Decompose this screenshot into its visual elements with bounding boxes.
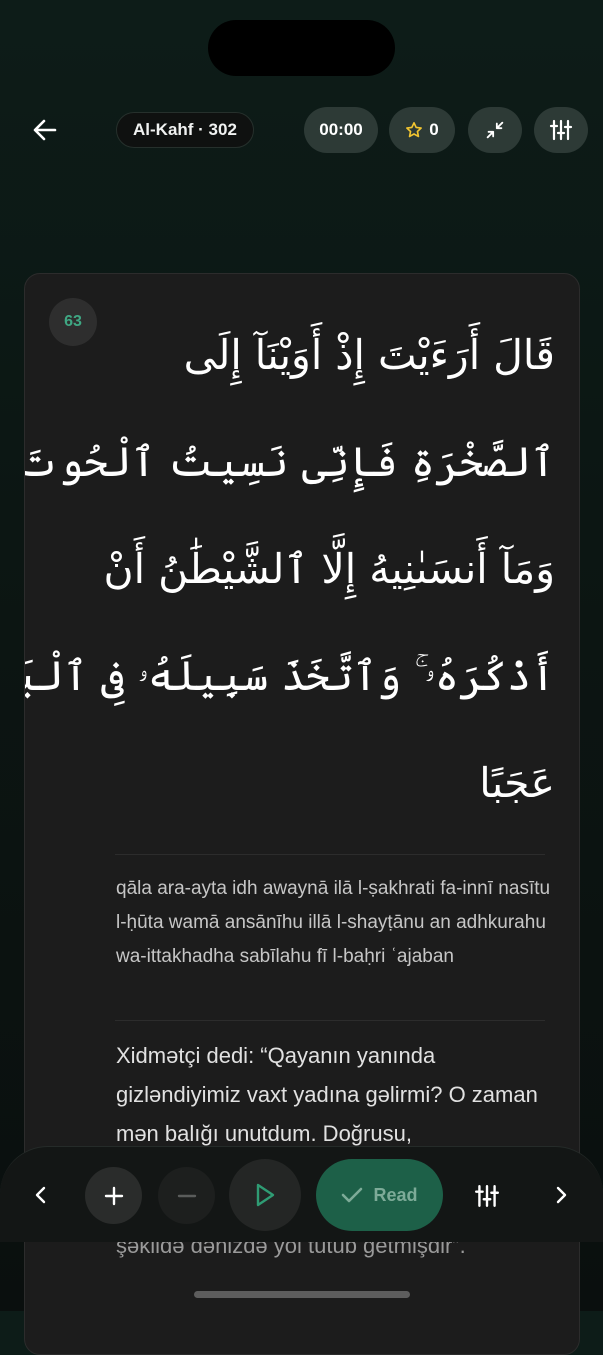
play-button[interactable] [229, 1159, 301, 1231]
previous-button[interactable] [22, 1177, 58, 1213]
top-bar: Al-Kahf · 302 00:00 0 [0, 104, 603, 154]
checkmark-icon [342, 1187, 363, 1203]
tune-button[interactable] [466, 1175, 508, 1217]
stars-button[interactable]: 0 [389, 107, 455, 153]
arabic-line: عَجَبًا [479, 759, 555, 807]
play-icon [256, 1183, 275, 1207]
arabic-line: قَالَ أَرَءَيْتَ إِذْ أَوَيْنَآ إِلَى [183, 331, 555, 379]
verse-number-badge: 63 [49, 298, 97, 346]
plus-icon [104, 1186, 123, 1205]
timer-value: 00:00 [319, 120, 363, 139]
surah-title[interactable]: Al-Kahf · 302 [116, 112, 254, 148]
read-button[interactable]: Read [316, 1159, 443, 1231]
divider [115, 854, 545, 855]
minus-icon [177, 1194, 196, 1197]
arrow-left-icon [33, 119, 57, 141]
read-label: Read [373, 1184, 418, 1205]
sliders-icon [474, 1185, 500, 1207]
collapse-button[interactable] [468, 107, 522, 153]
arabic-text[interactable]: قَالَ أَرَءَيْتَ إِذْ أَوَيْنَآ إِلَى ٱل… [24, 302, 555, 837]
playback-toolbar: Read [0, 1146, 603, 1242]
dynamic-island [208, 20, 395, 76]
chevron-right-icon [556, 1186, 567, 1204]
translation-visible: Xidmətçi dedi: “Qayanın yanında gizləndi… [116, 1043, 538, 1146]
translation-text: Xidmətçi dedi: “Qayanın yanında gizləndi… [116, 1036, 556, 1258]
divider [115, 1020, 545, 1021]
zoom-out-button[interactable] [158, 1167, 215, 1224]
transliteration-text: qāla ara-ayta idh awaynā ilā l-ṣakhrati … [116, 878, 551, 967]
next-button[interactable] [544, 1177, 580, 1213]
star-icon [406, 122, 423, 138]
sliders-icon [549, 119, 573, 141]
settings-button[interactable] [534, 107, 588, 153]
chevron-left-icon [35, 1186, 46, 1204]
timer-button[interactable]: 00:00 [304, 107, 378, 153]
collapse-arrows-icon [486, 121, 504, 139]
zoom-in-button[interactable] [85, 1167, 142, 1224]
stars-count: 0 [429, 120, 439, 139]
back-button[interactable] [28, 113, 62, 147]
arabic-line: أَذْكُرَهُۥ ۚ وَٱتَّخَذَ سَبِيلَهُۥ فِى … [24, 652, 555, 700]
arabic-line: ٱلصَّخْرَةِ فَإِنِّى نَسِيتُ ٱلْحُوتَ [24, 438, 555, 486]
home-indicator[interactable] [194, 1291, 410, 1298]
arabic-line: وَمَآ أَنسَىٰنِيهُ إِلَّا ٱلشَّيْطَٰنُ أ… [103, 545, 555, 593]
